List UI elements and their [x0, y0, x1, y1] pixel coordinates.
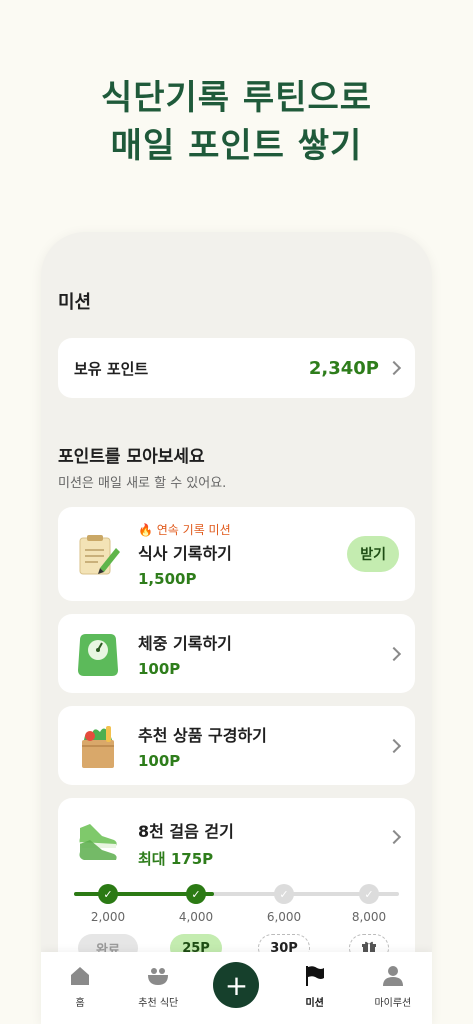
step-node-pending: ✓ — [274, 884, 294, 904]
chevron-right-icon — [386, 829, 402, 845]
person-icon — [382, 966, 403, 986]
step-node-pending: ✓ — [359, 884, 379, 904]
bottom-tab-bar: 홈 추천 식단 + 미션 마이루션 — [41, 952, 432, 1024]
tab-add[interactable]: + — [201, 962, 271, 1008]
mission-points: 100P — [138, 751, 181, 770]
step-value: 4,000 — [178, 910, 214, 924]
flag-icon — [305, 966, 324, 986]
tab-label: 추천 식단 — [138, 998, 179, 1009]
tab-label: 마이루션 — [374, 998, 412, 1009]
step-node-complete: ✓ — [98, 884, 118, 904]
step-value: 6,000 — [266, 910, 302, 924]
hero-line-1: 식단기록 루틴으로 — [100, 78, 373, 118]
chevron-right-icon — [386, 646, 402, 661]
tab-label: 홈 — [75, 998, 85, 1009]
claim-button[interactable]: 받기 — [347, 536, 399, 572]
mission-name: 추천 상품 구경하기 — [138, 725, 267, 745]
step-value: 8,000 — [351, 910, 387, 924]
tab-mission[interactable]: 미션 — [280, 964, 350, 1009]
hero-line-2: 매일 포인트 쌓기 — [110, 126, 363, 166]
mission-points: 100P — [138, 659, 181, 678]
section-subtitle: 미션은 매일 새로 할 수 있어요. — [58, 476, 227, 491]
chevron-right-icon — [386, 738, 402, 753]
hero-heading: 식단기록 루틴으로 매일 포인트 쌓기 — [0, 74, 473, 170]
step-node-complete: ✓ — [186, 884, 206, 904]
mission-name: 식사 기록하기 — [138, 543, 232, 563]
notepad-icon — [74, 530, 122, 578]
scale-icon — [74, 630, 122, 678]
home-icon — [71, 967, 90, 985]
mission-streak-tag: 🔥 연속 기록 미션 — [138, 522, 231, 537]
tab-my[interactable]: 마이루션 — [358, 964, 428, 1009]
points-balance-card[interactable]: 보유 포인트 2,340P — [58, 338, 415, 398]
plus-icon: + — [213, 962, 260, 1008]
steps-progress-bar: ✓ ✓ ✓ ✓ — [74, 882, 399, 906]
chevron-right-icon — [386, 360, 402, 376]
section-title: 포인트를 모아보세요 — [58, 447, 205, 467]
tab-recommended-meals[interactable]: 추천 식단 — [123, 964, 193, 1009]
mission-name: 8천 걸음 걷기 — [138, 822, 234, 841]
mission-name: 체중 기록하기 — [138, 633, 232, 653]
grocery-bag-icon — [74, 722, 122, 770]
step-value: 2,000 — [90, 910, 126, 924]
mission-card-products[interactable]: 추천 상품 구경하기 100P — [58, 706, 415, 785]
tab-label: 미션 — [305, 998, 324, 1009]
mission-card-weight[interactable]: 체중 기록하기 100P — [58, 614, 415, 693]
mission-points: 최대 175P — [138, 850, 214, 868]
points-label: 보유 포인트 — [74, 359, 149, 378]
tab-home[interactable]: 홈 — [45, 964, 115, 1009]
points-value: 2,340P — [308, 357, 379, 379]
bowl-icon — [148, 968, 169, 985]
mission-points: 1,500P — [138, 569, 197, 588]
phone-screen: 미션 보유 포인트 2,340P 포인트를 모아보세요 미션은 매일 새로 할 … — [41, 232, 432, 1024]
page-title: 미션 — [58, 292, 92, 313]
mission-card-meal[interactable]: 🔥 연속 기록 미션 식사 기록하기 1,500P 받기 — [58, 507, 415, 601]
sneaker-icon — [74, 814, 122, 862]
